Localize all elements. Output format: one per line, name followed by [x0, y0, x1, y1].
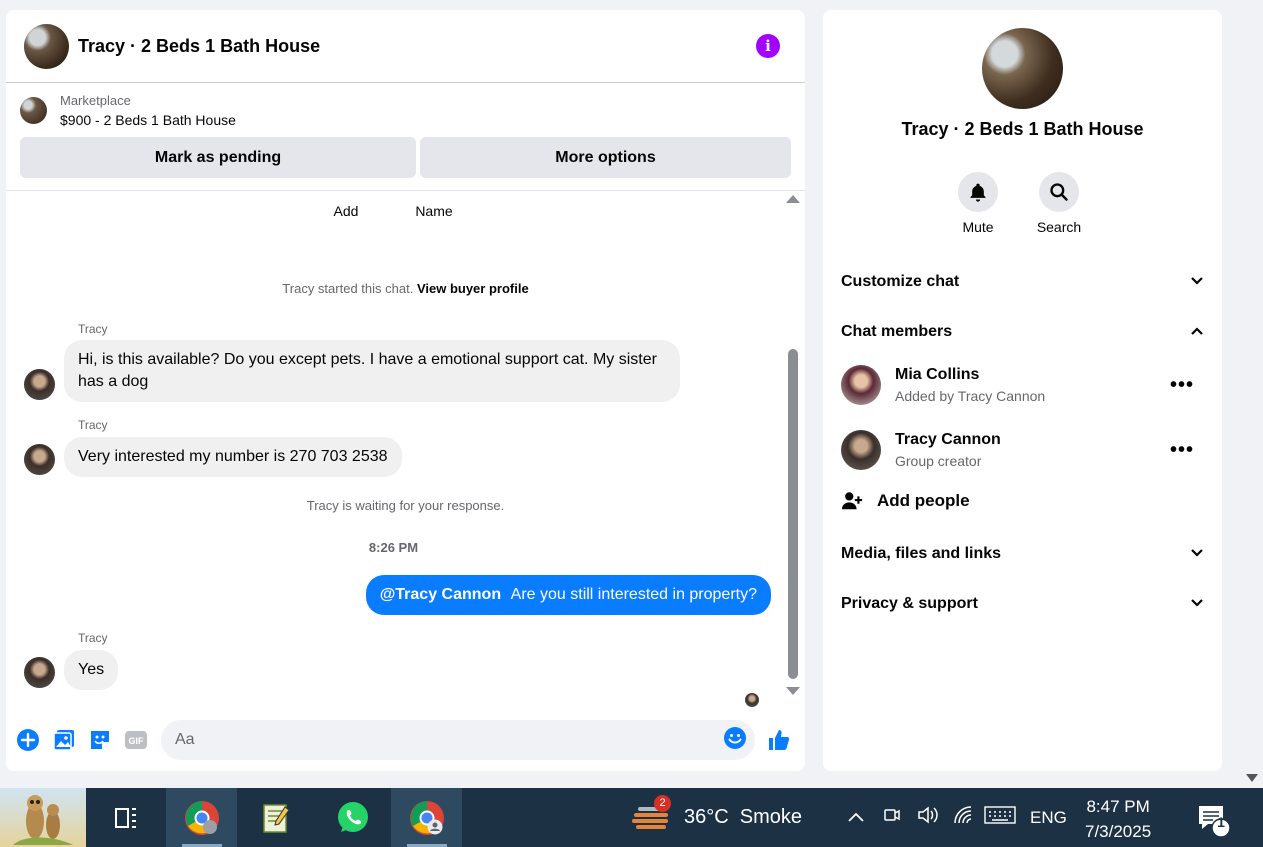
- member-subtitle: Added by Tracy Cannon: [895, 388, 1046, 404]
- chevron-down-icon: [1190, 545, 1204, 563]
- member-name: Tracy Cannon: [895, 431, 1001, 448]
- plus-icon[interactable]: [16, 728, 40, 752]
- keyboard-icon[interactable]: [982, 805, 1018, 830]
- chat-details-panel: Tracy · 2 Beds 1 Bath House Mute Search …: [823, 10, 1222, 771]
- chat-panel: Tracy · 2 Beds 1 Bath House i Marketplac…: [6, 10, 805, 771]
- own-message-bubble[interactable]: @Tracy Cannon Are you still interested i…: [365, 575, 771, 615]
- task-view-icon[interactable]: [86, 788, 166, 847]
- media-files-section[interactable]: Media, files and links: [841, 539, 1204, 569]
- marketplace-listing: Marketplace $900 - 2 Beds 1 Bath House M…: [6, 83, 805, 191]
- message-input-box[interactable]: [161, 720, 755, 760]
- member-subtitle: Group creator: [895, 453, 982, 469]
- chevron-down-icon: [1190, 273, 1204, 291]
- messages-scrollbar[interactable]: [786, 195, 800, 695]
- language-indicator[interactable]: ENG: [1030, 808, 1067, 828]
- scroll-up-arrow[interactable]: [786, 195, 800, 203]
- clock-date: 7/3/2025: [1085, 822, 1152, 841]
- sender-name: Tracy: [78, 322, 108, 336]
- details-title: Tracy · 2 Beds 1 Bath House: [901, 119, 1144, 139]
- clock-time: 8:47 PM: [1086, 797, 1150, 816]
- chat-members-section[interactable]: Chat members: [841, 317, 1204, 347]
- volume-icon[interactable]: [910, 805, 946, 830]
- weather-badge: 2: [654, 794, 671, 812]
- marketplace-label: Marketplace: [60, 93, 131, 108]
- name-action-label[interactable]: Name: [414, 203, 454, 219]
- add-action-label[interactable]: Add: [326, 203, 366, 219]
- chat-avatar[interactable]: [24, 23, 69, 69]
- mention[interactable]: @Tracy Cannon: [380, 586, 501, 603]
- avatar[interactable]: [24, 657, 55, 688]
- sender-name: Tracy: [78, 418, 108, 432]
- search-button[interactable]: Search: [1037, 172, 1081, 235]
- chat-header: Tracy · 2 Beds 1 Bath House i: [6, 10, 805, 83]
- avatar[interactable]: [841, 430, 881, 470]
- taskbar: 2 36°C Smoke ENG 8:47 PM 7/3/2025 1: [0, 788, 1263, 847]
- view-buyer-profile-link[interactable]: View buyer profile: [417, 281, 529, 296]
- message-bubble[interactable]: Hi, is this available? Do you except pet…: [64, 340, 680, 402]
- weather-icon: 2: [632, 794, 671, 835]
- message-bubble[interactable]: Very interested my number is 270 703 253…: [64, 437, 402, 477]
- message-timestamp: 8:26 PM: [368, 540, 419, 555]
- customize-chat-section[interactable]: Customize chat: [841, 267, 1204, 297]
- chat-started-notice: Tracy started this chat. View buyer prof…: [282, 281, 529, 296]
- wifi-icon[interactable]: [946, 805, 982, 830]
- message-list: Add Name Tracy started this chat. View b…: [6, 191, 805, 709]
- avatar[interactable]: [841, 365, 881, 405]
- emoji-icon[interactable]: [723, 726, 747, 755]
- info-icon[interactable]: i: [756, 34, 780, 58]
- gif-icon[interactable]: GIF: [124, 728, 148, 752]
- chrome-taskbar-icon[interactable]: [166, 788, 237, 847]
- message-bubble[interactable]: Yes: [64, 650, 119, 690]
- chevron-down-icon: [1190, 595, 1204, 613]
- message-composer: GIF: [6, 709, 805, 771]
- clock[interactable]: 8:47 PM 7/3/2025: [1085, 794, 1151, 844]
- more-options-icon[interactable]: •••: [1170, 439, 1194, 462]
- avatar[interactable]: [24, 444, 55, 475]
- seen-indicator-avatar: [745, 693, 759, 707]
- system-tray: ENG: [838, 788, 1067, 847]
- chat-avatar-large[interactable]: [982, 28, 1063, 109]
- listing-thumbnail[interactable]: [20, 97, 47, 124]
- sticker-icon[interactable]: [88, 728, 112, 752]
- sender-name: Tracy: [78, 631, 108, 645]
- photo-icon[interactable]: [52, 728, 76, 752]
- search-icon[interactable]: [1039, 172, 1079, 212]
- member-row[interactable]: Mia Collins Added by Tracy Cannon •••: [841, 365, 1204, 405]
- search-label: Search: [1036, 219, 1082, 235]
- chat-title[interactable]: Tracy · 2 Beds 1 Bath House: [78, 36, 756, 57]
- add-person-icon: [841, 490, 863, 512]
- whatsapp-taskbar-icon[interactable]: [315, 788, 391, 847]
- message-input[interactable]: [175, 731, 723, 749]
- chevron-up-icon: [1190, 323, 1204, 341]
- listing-title[interactable]: $900 - 2 Beds 1 Bath House: [60, 112, 236, 128]
- member-name: Mia Collins: [895, 366, 980, 383]
- more-options-button[interactable]: More options: [420, 137, 791, 178]
- bell-icon[interactable]: [958, 172, 998, 212]
- notification-count: 1: [1217, 814, 1225, 830]
- avatar[interactable]: [24, 369, 55, 400]
- mark-pending-button[interactable]: Mark as pending: [20, 137, 416, 178]
- scroll-down-arrow[interactable]: [786, 687, 800, 695]
- weather-text: 36°C Smoke: [684, 806, 803, 828]
- svg-text:GIF: GIF: [129, 736, 145, 746]
- add-people-button[interactable]: Add people: [841, 490, 970, 512]
- mute-label: Mute: [962, 219, 994, 235]
- mute-button[interactable]: Mute: [958, 172, 999, 235]
- page-scrollbar[interactable]: [1240, 0, 1263, 788]
- weather-widget[interactable]: 2 36°C Smoke: [632, 788, 802, 847]
- start-meerkat-icon[interactable]: [0, 788, 86, 847]
- page-scroll-down-arrow[interactable]: [1246, 774, 1258, 782]
- chrome-profile-taskbar-icon[interactable]: [391, 788, 462, 847]
- more-options-icon[interactable]: •••: [1170, 374, 1194, 397]
- member-row[interactable]: Tracy Cannon Group creator •••: [841, 430, 1204, 470]
- chevron-up-icon[interactable]: [838, 807, 874, 828]
- notepad-taskbar-icon[interactable]: [237, 788, 315, 847]
- waiting-notice: Tracy is waiting for your response.: [306, 498, 505, 513]
- notification-center-icon[interactable]: 1: [1196, 804, 1231, 843]
- scroll-thumb[interactable]: [788, 349, 798, 679]
- thumbs-up-icon[interactable]: [767, 728, 791, 752]
- meet-now-icon[interactable]: [874, 805, 910, 830]
- privacy-support-section[interactable]: Privacy & support: [841, 589, 1204, 619]
